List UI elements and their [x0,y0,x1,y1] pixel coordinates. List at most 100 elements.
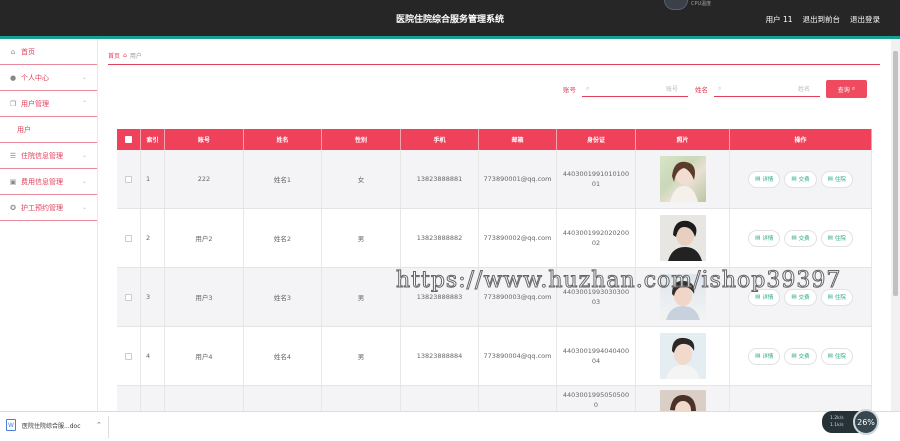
download-separator [108,416,109,438]
sidebar-item-user-management[interactable]: ❐ 用户管理 ⌃ [0,91,97,117]
current-user[interactable]: 用户 11 [766,14,793,25]
query-button[interactable]: 查询 ⌕ [826,80,867,98]
cell-actions [730,386,872,411]
cell-name: 姓名2 [244,209,322,267]
table-row: 2 用户2 姓名2 男 13823888882 773890002@qq.com… [117,209,872,268]
cell-account: 用户3 [165,268,244,326]
detail-label: 详情 [762,354,774,360]
header-name: 姓名 [244,129,322,150]
wallet-icon: ▣ [9,177,17,186]
sidebar-item-caregiver[interactable]: ✪ 护工预约管理 ⌄ [0,195,97,221]
header-phone: 手机 [401,129,479,150]
cell-account: 222 [165,150,244,208]
doc-icon: ▤ [755,235,761,241]
detail-label: 详情 [762,295,774,301]
fee-button[interactable]: ▤ 交费 [784,347,817,365]
header-account: 账号 [165,129,244,150]
scrollbar-thumb[interactable] [893,51,898,296]
search-icon: ⌕ [718,84,722,92]
sidebar-item-label: 住院信息管理 [21,151,63,160]
detail-button[interactable]: ▤ 详情 [748,347,781,365]
doc-icon: ▤ [755,294,761,300]
sidebar-subitem-users[interactable]: 用户 [0,117,97,143]
chevron-down-icon: ⌄ [81,74,87,81]
user-photo[interactable] [659,390,706,411]
cell-gender: 女 [322,150,401,208]
admit-button[interactable]: ▤ 住院 [820,347,853,365]
user-photo[interactable] [659,333,706,379]
cell-photo [636,209,730,267]
home-icon: ⌂ [123,52,127,59]
doc-icon: ▤ [755,353,761,359]
main-content: 首页 ⌂ 用户 账号 ⌕ 账号 姓名 ⌕ 姓名 查询 ⌕ 索引 账号 姓名 性别… [98,39,891,411]
row-checkbox[interactable] [125,234,132,242]
user-photo[interactable] [659,215,706,261]
header-gender: 性别 [322,129,401,150]
admit-label: 住院 [834,354,846,360]
cell-phone: 13823888884 [401,327,479,385]
chevron-up-icon[interactable]: ⌃ [96,421,102,429]
row-checkbox[interactable] [125,352,132,360]
portrait-image [669,394,696,411]
cell-gender: 男 [322,209,401,267]
download-item[interactable]: W 医院住院综合服...doc [6,419,81,431]
cell-email: 773890004@qq.com [479,327,557,385]
sidebar: ⌂ 首页 ● 个人中心 ⌄ ❐ 用户管理 ⌃ 用户 ☰ 住院信息管理 ⌄ ▣ 费… [0,39,98,411]
admit-label: 住院 [834,177,846,183]
header-email: 邮箱 [479,129,557,150]
search-icon: ⌕ [851,85,856,92]
sidebar-item-label: 护工预约管理 [21,203,63,212]
admit-button[interactable]: ▤ 住院 [820,229,853,247]
sidebar-item-fees[interactable]: ▣ 费用信息管理 ⌄ [0,169,97,195]
portrait-image [665,337,700,379]
row-checkbox[interactable] [125,293,132,301]
cell-gender [322,386,401,411]
cpu-usage-indicator[interactable]: 26% [853,409,879,435]
cell-id-card: 440300199202020002 [557,209,636,267]
cell-phone [401,386,479,411]
cell-id-card: 440300199101010001 [557,150,636,208]
admit-button[interactable]: ▤ 住院 [820,170,853,188]
doc-icon: ▤ [791,353,797,359]
cell-id-card: 440300199404040004 [557,327,636,385]
cell-actions: ▤ 详情 ▤ 交费 ▤ 住院 [730,327,872,385]
breadcrumb-current: 用户 [129,53,142,60]
user-photo[interactable] [659,156,706,202]
row-checkbox[interactable] [125,175,132,183]
row-select-cell [117,150,141,208]
account-input[interactable]: ⌕ 账号 [582,81,688,97]
cell-actions: ▤ 详情 ▤ 交费 ▤ 住院 [730,150,872,208]
vertical-scrollbar[interactable] [891,39,900,411]
detail-button[interactable]: ▤ 详情 [748,229,781,247]
cpu-label: CPU温度 [691,1,712,7]
query-button-label: 查询 [837,86,850,94]
select-all-checkbox[interactable] [125,136,132,143]
name-input[interactable]: ⌕ 姓名 [714,81,820,97]
detail-label: 详情 [762,177,774,183]
sidebar-item-home[interactable]: ⌂ 首页 [0,39,97,65]
doc-icon: ▤ [827,353,833,359]
cell-index: 4 [141,327,165,385]
cell-email [479,386,557,411]
copy-icon: ❐ [9,99,17,108]
sidebar-item-profile[interactable]: ● 个人中心 ⌄ [0,65,97,91]
fee-label: 交费 [798,295,810,301]
user-icon: ● [9,73,17,82]
name-placeholder: 姓名 [797,86,810,93]
logout-link[interactable]: 退出登录 [850,14,880,25]
fee-label: 交费 [798,354,810,360]
action-group: ▤ 详情 ▤ 交费 ▤ 住院 [748,170,853,188]
account-label: 账号 [563,86,576,94]
sidebar-item-label: 个人中心 [21,73,49,82]
sidebar-item-hospitalization[interactable]: ☰ 住院信息管理 ⌄ [0,143,97,169]
fee-button[interactable]: ▤ 交费 [784,170,817,188]
breadcrumb-home[interactable]: 首页 [108,51,120,60]
detail-button[interactable]: ▤ 详情 [748,170,781,188]
top-header: CPU温度 医院住院综合服务管理系统 用户 11 退出到前台 退出登录 [0,0,900,38]
fee-button[interactable]: ▤ 交费 [784,229,817,247]
cell-phone: 13823888882 [401,209,479,267]
exit-to-front-link[interactable]: 退出到前台 [803,14,841,25]
chevron-down-icon: ⌄ [81,178,87,185]
table-row: 44030019950505000 [117,386,872,411]
search-icon: ⌕ [586,84,590,92]
